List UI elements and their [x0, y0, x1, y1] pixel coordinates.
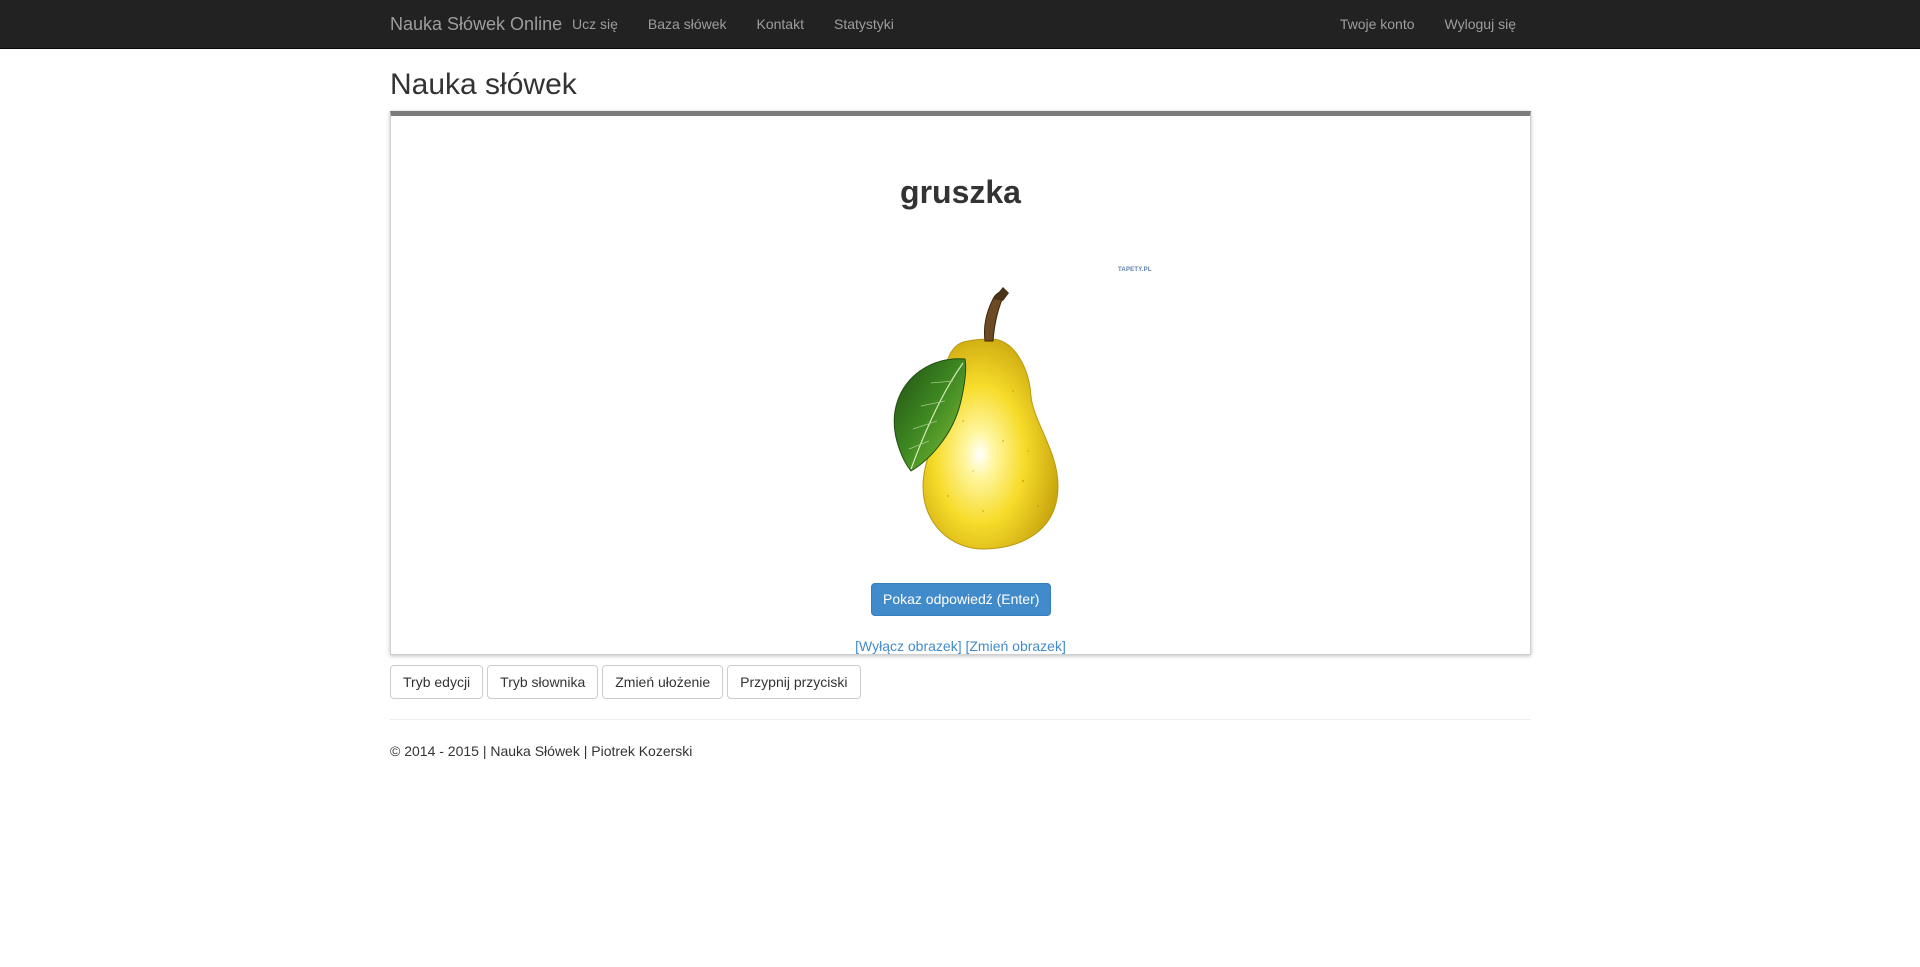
footer-copyright: © 2014 - 2015 | Nauka Słówek | Piotrek K… — [390, 743, 693, 759]
change-layout-button[interactable]: Zmień ułożenie — [602, 665, 724, 699]
top-navbar: Nauka Słówek Online Ucz się Baza słówek … — [0, 0, 1920, 49]
navbar-right-menu: Twoje konto Wyloguj się — [1325, 0, 1531, 49]
image-watermark: TAPETY.PL — [1118, 267, 1152, 273]
edit-mode-button[interactable]: Tryb edycji — [390, 665, 484, 699]
navbar-left-menu: Ucz się Baza słówek Kontakt Statystyki — [572, 0, 909, 49]
mode-toolbar: Tryb edycji Tryb słownika Zmień ułożenie… — [390, 665, 861, 699]
nav-item-statistics[interactable]: Statystyki — [819, 0, 909, 49]
pin-buttons-button[interactable]: Przypnij przyciski — [727, 665, 861, 699]
nav-item-word-base[interactable]: Baza słówek — [633, 0, 742, 49]
dictionary-mode-button[interactable]: Tryb słownika — [487, 665, 599, 699]
page-title: Nauka słówek — [390, 68, 577, 101]
show-answer-button[interactable]: Pokaz odpowiedź (Enter) — [871, 583, 1052, 616]
nav-item-logout[interactable]: Wyloguj się — [1430, 0, 1531, 49]
pear-illustration-icon — [893, 287, 1059, 550]
nav-item-contact[interactable]: Kontakt — [742, 0, 819, 49]
flashcard-word: gruszka — [900, 174, 1021, 210]
flashcard-panel: gruszka TAPETY.PL Pokaz odpowiedź (Enter… — [390, 111, 1531, 655]
navbar-brand[interactable]: Nauka Słówek Online — [390, 0, 562, 49]
nav-item-learn[interactable]: Ucz się — [572, 0, 633, 49]
footer-divider — [390, 719, 1531, 720]
nav-item-account[interactable]: Twoje konto — [1325, 0, 1430, 49]
change-image-link[interactable]: [Zmień obrazek] — [965, 638, 1065, 654]
image-controls: [Wyłącz obrazek] [Zmień obrazek] — [391, 637, 1530, 655]
disable-image-link[interactable]: [Wyłącz obrazek] — [855, 638, 961, 654]
navbar-container: Nauka Słówek Online Ucz się Baza słówek … — [390, 0, 1531, 49]
